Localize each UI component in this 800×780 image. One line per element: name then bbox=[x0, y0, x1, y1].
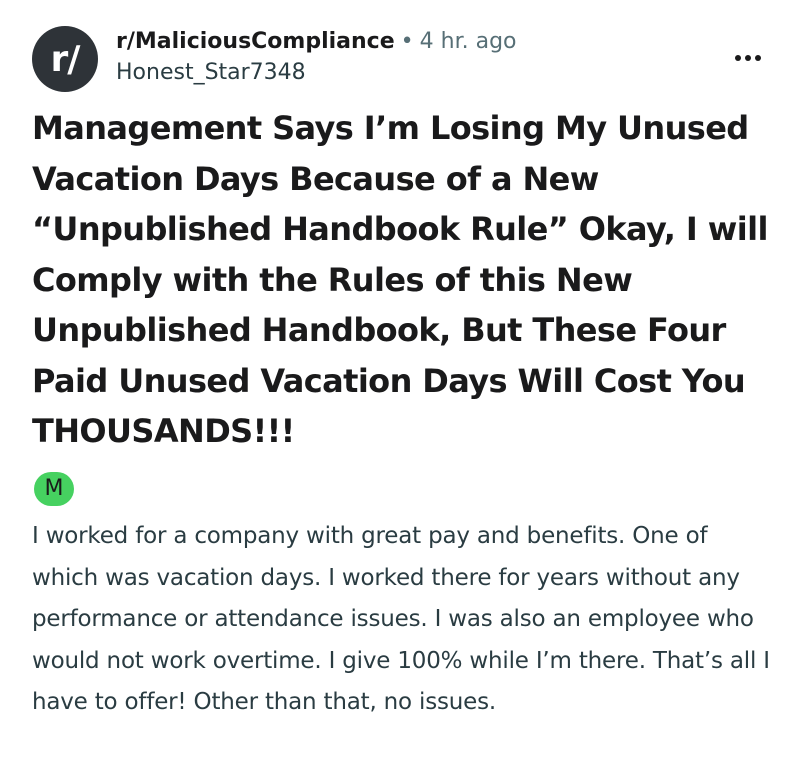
post-flair[interactable]: M bbox=[34, 472, 74, 506]
post-body: I worked for a company with great pay an… bbox=[32, 523, 770, 715]
subreddit-avatar-text: r/ bbox=[50, 38, 81, 80]
post-title[interactable]: Management Says I’m Losing My Unused Vac… bbox=[32, 103, 782, 457]
more-options-button[interactable] bbox=[728, 46, 768, 70]
post-header: r/ r/MaliciousCompliance • 4 hr. ago Hones… bbox=[32, 24, 776, 100]
post-timestamp: 4 hr. ago bbox=[419, 29, 517, 54]
post-meta-line: r/MaliciousCompliance • 4 hr. ago bbox=[116, 28, 517, 56]
subreddit-link[interactable]: r/MaliciousCompliance bbox=[116, 29, 395, 54]
subreddit-avatar[interactable]: r/ bbox=[32, 26, 98, 92]
more-horizontal-icon bbox=[733, 55, 763, 61]
author-link[interactable]: Honest_Star7348 bbox=[116, 58, 517, 88]
post-meta: r/MaliciousCompliance • 4 hr. ago Honest_S… bbox=[116, 28, 517, 88]
meta-separator: • bbox=[400, 29, 414, 54]
